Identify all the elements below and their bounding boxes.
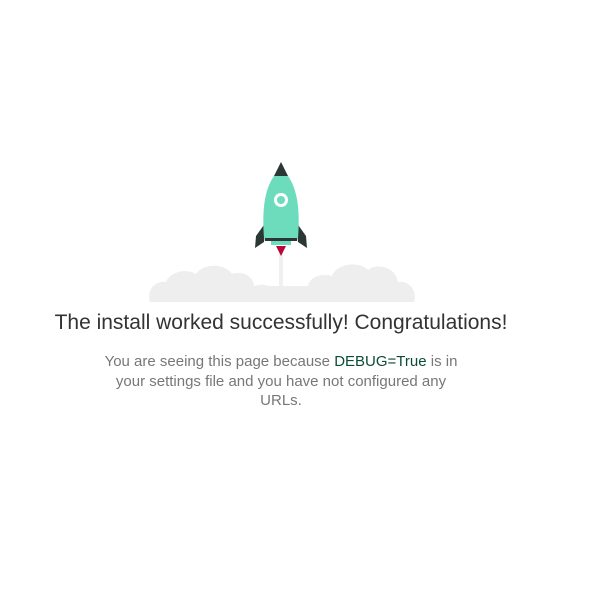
debug-explanation: You are seeing this page because DEBUG=T… <box>95 352 467 411</box>
debug-setting: DEBUG=True <box>334 353 427 370</box>
welcome-page: The install worked successfully! Congrat… <box>0 0 600 600</box>
success-heading: The install worked successfully! Congrat… <box>54 311 508 334</box>
rocket-illustration <box>146 160 418 308</box>
description-text: You are seeing this page because <box>104 353 335 370</box>
rocket-launch-icon <box>149 162 415 302</box>
